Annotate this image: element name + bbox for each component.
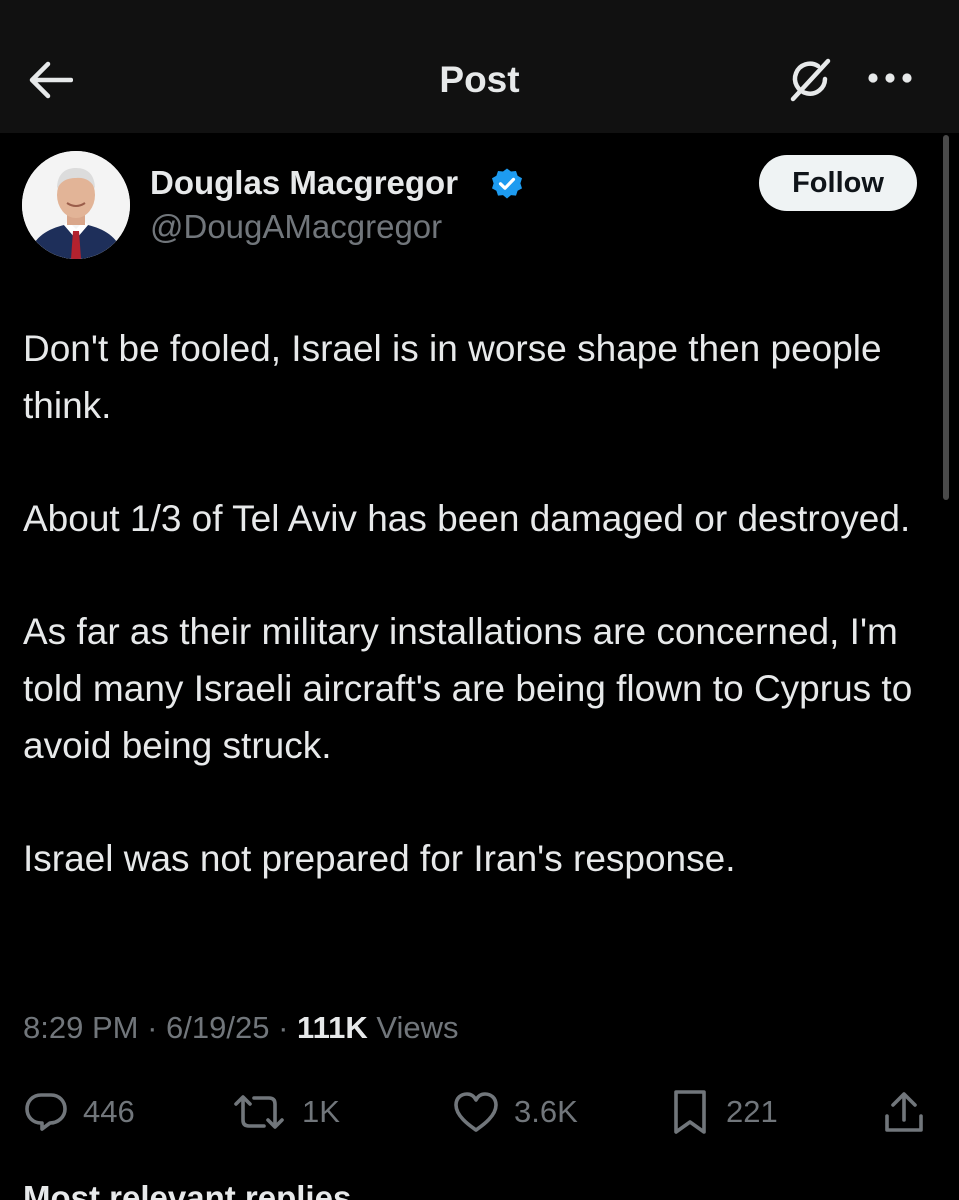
more-horizontal-icon: [866, 71, 914, 89]
separator: ·: [147, 1010, 158, 1045]
views-count: 111K: [297, 1010, 368, 1045]
author-name[interactable]: Douglas Macgregor: [150, 163, 458, 203]
grok-icon: [785, 55, 835, 110]
verified-badge-icon: [490, 167, 524, 201]
repost-icon: [230, 1090, 288, 1134]
heart-icon: [452, 1090, 500, 1134]
replies-section-heading: Most relevant replies: [23, 1184, 351, 1200]
post-paragraph: As far as their military installations a…: [23, 611, 913, 766]
bookmark-button[interactable]: 221: [668, 1086, 778, 1138]
share-button[interactable]: [880, 1086, 928, 1138]
reply-count: 446: [83, 1094, 135, 1129]
repost-button[interactable]: 1K: [230, 1086, 340, 1138]
bookmark-count: 221: [726, 1094, 778, 1129]
post-text: Don't be fooled, Israel is in worse shap…: [23, 320, 923, 943]
like-button[interactable]: 3.6K: [452, 1086, 578, 1138]
more-button[interactable]: [862, 58, 918, 102]
like-count: 3.6K: [514, 1094, 578, 1129]
replies-section-heading-text: Most relevant replies: [23, 1184, 351, 1200]
repost-count: 1K: [302, 1094, 340, 1129]
top-bar: Post: [0, 0, 959, 133]
post-date[interactable]: 6/19/25: [166, 1010, 269, 1045]
post-time[interactable]: 8:29 PM: [23, 1010, 138, 1045]
share-icon: [880, 1088, 928, 1136]
post-paragraph: About 1/3 of Tel Aviv has been damaged o…: [23, 498, 911, 539]
grok-button[interactable]: [780, 54, 840, 110]
post-paragraph: Israel was not prepared for Iran's respo…: [23, 838, 736, 879]
views-label: Views: [376, 1010, 459, 1045]
post-paragraph: Don't be fooled, Israel is in worse shap…: [23, 328, 882, 426]
post-metadata: 8:29 PM · 6/19/25 · 111K Views: [23, 1008, 459, 1048]
separator: ·: [278, 1010, 289, 1045]
bookmark-icon: [668, 1088, 712, 1136]
avatar[interactable]: [22, 151, 130, 259]
reply-button[interactable]: 446: [23, 1086, 135, 1138]
follow-button[interactable]: Follow: [759, 155, 917, 211]
scrollbar[interactable]: [943, 135, 949, 500]
author-handle[interactable]: @DougAMacgregor: [150, 207, 442, 247]
reply-icon: [23, 1089, 69, 1135]
